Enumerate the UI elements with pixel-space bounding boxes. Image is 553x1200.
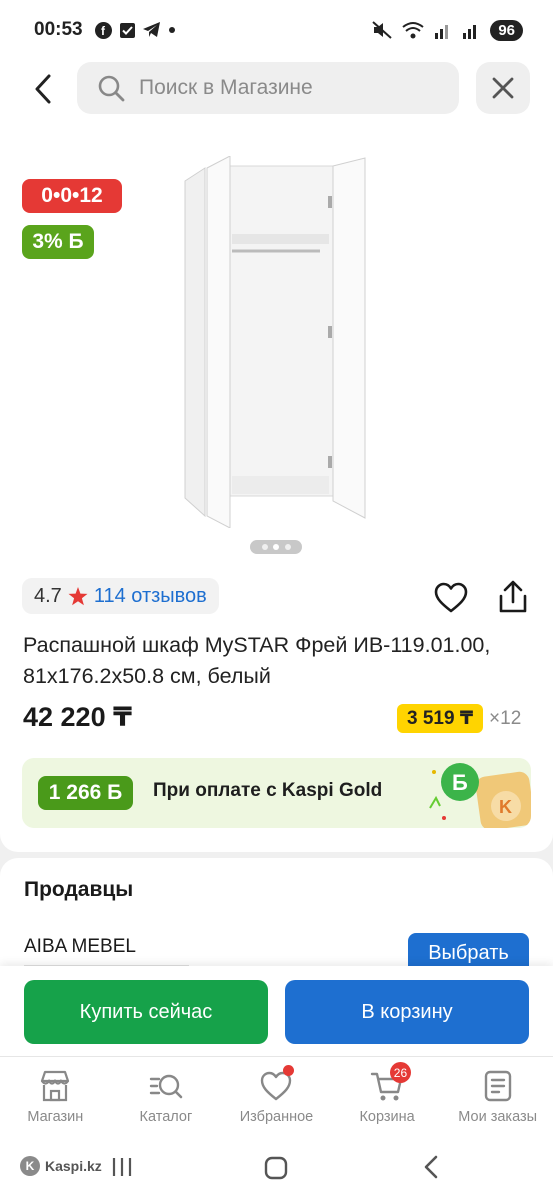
product-price: 42 220 ₸ [23,702,132,732]
close-icon [492,77,514,99]
system-back-icon[interactable] [420,1154,442,1180]
bonus-badge: 3% Б [22,225,94,259]
bottom-nav: Магазин Каталог Избранное 26 Корзина Мои… [0,1056,553,1136]
kaspi-logo-icon: K [20,1156,40,1176]
home-icon[interactable] [264,1156,288,1180]
telegram-icon [142,22,160,37]
rating-summary[interactable]: 4.7 114 отзывов [22,578,219,614]
installment-amount: 3 519 ₸ [397,704,484,733]
heart-icon[interactable] [434,582,468,614]
nav-label: Корзина [359,1109,415,1125]
back-button[interactable] [28,72,58,106]
signal-icon [435,25,449,39]
nav-item-shop[interactable]: Магазин [0,1057,111,1136]
nav-item-favorites[interactable]: Избранное [221,1057,332,1136]
svg-text:K: K [499,797,512,817]
wifi-icon [402,22,424,39]
chevron-left-icon [35,74,51,104]
close-button[interactable] [476,62,530,114]
cart-count-badge: 26 [389,1062,412,1083]
action-bar: Купить сейчас В корзину [0,966,553,1056]
signal-2-icon [463,25,477,39]
nav-item-cart[interactable]: 26 Корзина [332,1057,443,1136]
nav-label: Каталог [139,1109,193,1125]
choose-seller-button[interactable]: Выбрать [408,933,529,967]
checkbox-icon [119,22,135,38]
catalog-search-icon [149,1074,183,1099]
carousel-dot [261,544,268,550]
kaspi-gold-banner[interactable]: 1 266 Б При оплате с Kaspi Gold K Б [22,758,531,828]
share-icon[interactable] [496,580,530,614]
mute-icon [372,21,392,39]
nav-label: Избранное [239,1109,314,1125]
notification-icons: f [94,21,175,39]
gold-banner-text: При оплате с Kaspi Gold [153,780,383,801]
gold-bonus-badge: 1 266 Б [38,776,133,810]
installment-info[interactable]: 3 519 ₸ ×12 [397,704,521,733]
battery-level: 96 [490,19,523,41]
status-time: 00:53 [34,19,83,40]
kaspi-gold-card-icon: K Б [429,763,531,828]
product-card: 0•0•12 3% Б 4.7 114 отзывов Распашной шк… [0,120,553,852]
orders-icon [484,1070,511,1102]
countdown-badge: 0•0•12 [22,179,122,213]
status-bar: 00:53 f 96 [0,0,553,60]
installment-months: ×12 [489,707,522,729]
system-status-icons: 96 [372,19,523,41]
star-icon [68,586,88,605]
buy-now-button[interactable]: Купить сейчас [24,980,268,1044]
watermark-text: Kaspi.kz [45,1158,102,1174]
system-nav-bar: K Kaspi.kz [0,1136,553,1200]
search-icon [98,75,125,102]
nav-item-orders[interactable]: Мои заказы [442,1057,553,1136]
nav-item-catalog[interactable]: Каталог [111,1057,222,1136]
seller-name[interactable]: AIBA MEBEL [24,936,136,958]
carousel-dot [284,544,291,550]
nav-label: Мои заказы [458,1109,538,1125]
product-title: Распашной шкаф MySTAR Фрей ИВ-119.01.00,… [23,633,491,688]
search-bar[interactable] [77,62,459,114]
recent-apps-icon[interactable] [110,1156,134,1178]
shop-icon [41,1070,70,1102]
kaspi-watermark: K Kaspi.kz [20,1156,102,1176]
add-to-cart-button[interactable]: В корзину [285,980,529,1044]
reviews-link[interactable]: 114 отзывов [94,585,207,608]
carousel-dot-active [273,544,279,550]
dot-icon [168,27,175,33]
search-input[interactable] [139,76,439,100]
product-image[interactable] [180,156,375,528]
image-carousel-dots[interactable] [250,540,302,554]
rating-value: 4.7 [34,584,62,607]
svg-text:Б: Б [452,770,468,795]
sellers-title: Продавцы [24,878,134,901]
facebook-icon: f [94,21,112,39]
search-header [0,60,553,120]
nav-label: Магазин [27,1109,84,1125]
